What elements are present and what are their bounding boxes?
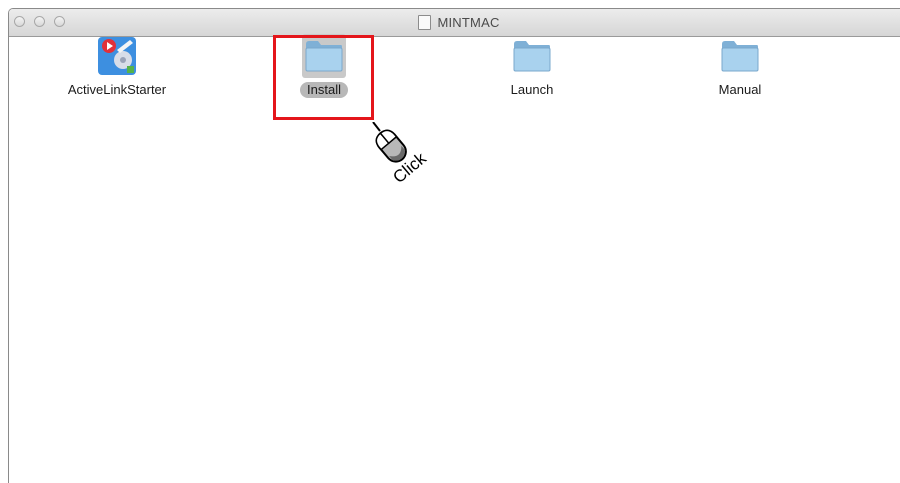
file-item-label: ActiveLinkStarter [67,82,167,97]
file-item-label: Manual [718,82,762,97]
highlight-box [273,35,374,120]
file-item-label: Launch [510,82,554,97]
file-item-activelinkstarter[interactable]: ActiveLinkStarter [47,34,187,104]
file-item-launch[interactable]: Launch [462,34,602,104]
title-bar[interactable]: MINTMAC [9,9,900,37]
window-title: MINTMAC [9,9,900,36]
window-title-text: MINTMAC [437,15,500,30]
file-item-manual[interactable]: Manual [670,34,810,104]
app-icon [95,34,139,78]
mouse-icon: Click [372,122,430,187]
folder-icon [510,34,554,78]
folder-icon [718,34,762,78]
disk-icon [418,15,432,30]
